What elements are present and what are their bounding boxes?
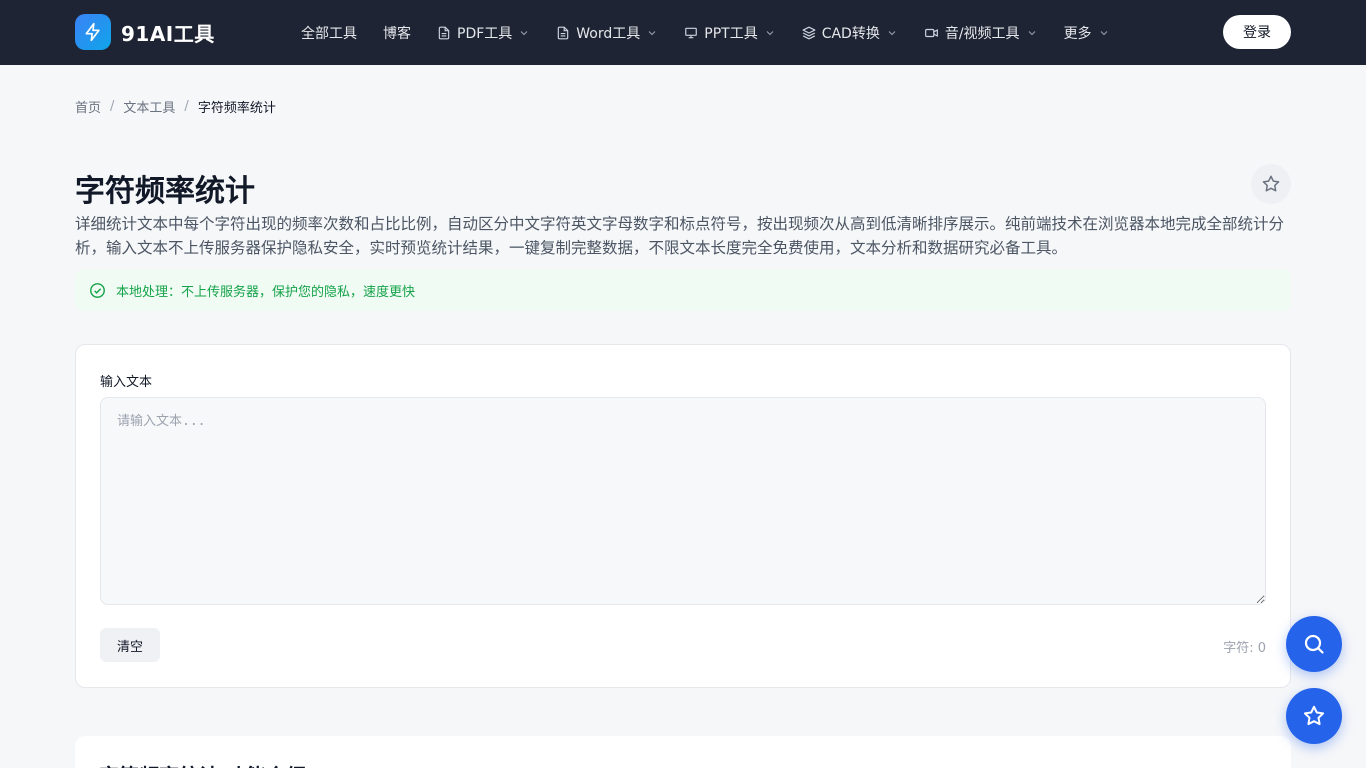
chevron-down-icon	[1026, 27, 1038, 39]
chevron-down-icon	[886, 27, 898, 39]
breadcrumb-current: 字符频率统计	[197, 101, 276, 116]
text-input[interactable]	[100, 397, 1266, 605]
nav-label: 全部工具	[301, 25, 357, 42]
page-description: 详细统计文本中每个字符出现的频率次数和占比比例，自动区分中文字符英文字母数字和标…	[75, 215, 1285, 257]
nav-ppt-tools[interactable]: PPT工具	[684, 23, 775, 43]
nav-label: PDF工具	[457, 25, 513, 42]
document-icon	[556, 26, 570, 40]
feature-intro-section: 字符频率统计 功能介绍	[75, 736, 1291, 768]
nav-label: PPT工具	[704, 25, 758, 42]
floating-search-button[interactable]	[1286, 616, 1342, 672]
nav-label: 音/视频工具	[944, 25, 1020, 42]
tool-card: 输入文本 清空 字符: 0	[75, 344, 1291, 688]
main-nav: 全部工具 博客 PDF工具 Word工具 PPT工具 CAD转换 音/视频工具	[301, 0, 1136, 65]
clear-button[interactable]: 清空	[100, 628, 160, 662]
chevron-down-icon	[518, 27, 530, 39]
presentation-icon	[684, 26, 698, 40]
lightning-icon	[75, 14, 111, 50]
nav-word-tools[interactable]: Word工具	[556, 23, 658, 43]
nav-media-tools[interactable]: 音/视频工具	[924, 23, 1038, 43]
character-count: 字符: 0	[1223, 641, 1266, 656]
nav-blog[interactable]: 博客	[383, 23, 411, 43]
site-logo[interactable]: 91AI工具	[75, 14, 215, 50]
nav-label: 更多	[1063, 25, 1092, 42]
section-title: 字符频率统计 功能介绍	[99, 760, 306, 768]
search-icon	[1302, 632, 1326, 656]
breadcrumb: 首页 / 文本工具 / 字符频率统计	[75, 97, 276, 116]
nav-label: Word工具	[576, 25, 641, 42]
video-icon	[924, 26, 939, 40]
star-icon	[1302, 704, 1326, 728]
notice-text: 本地处理：不上传服务器，保护您的隐私，速度更快	[116, 284, 416, 300]
nav-cad-convert[interactable]: CAD转换	[802, 23, 898, 43]
breadcrumb-home[interactable]: 首页	[75, 97, 101, 116]
chevron-down-icon	[646, 27, 658, 39]
chevron-down-icon	[1098, 27, 1110, 39]
nav-all-tools[interactable]: 全部工具	[301, 23, 357, 43]
nav-pdf-tools[interactable]: PDF工具	[437, 23, 530, 43]
site-name: 91AI工具	[121, 21, 215, 46]
favorite-button[interactable]	[1251, 164, 1291, 204]
input-label: 输入文本	[100, 375, 153, 390]
nav-more[interactable]: 更多	[1064, 23, 1110, 43]
document-icon	[437, 26, 451, 40]
top-navbar: 91AI工具 全部工具 博客 PDF工具 Word工具 PPT工具 CAD转换	[0, 0, 1366, 65]
breadcrumb-separator: /	[110, 99, 115, 114]
login-button[interactable]: 登录	[1223, 15, 1291, 49]
nav-label: 博客	[383, 25, 411, 42]
breadcrumb-category[interactable]: 文本工具	[123, 97, 175, 116]
layers-icon	[802, 26, 816, 40]
chevron-down-icon	[764, 27, 776, 39]
nav-label: CAD转换	[821, 25, 880, 42]
floating-favorite-button[interactable]	[1286, 688, 1342, 744]
page-title: 字符频率统计	[75, 174, 255, 209]
star-icon	[1261, 174, 1281, 194]
check-circle-icon	[89, 282, 106, 299]
breadcrumb-separator: /	[184, 99, 189, 114]
privacy-notice: 本地处理：不上传服务器，保护您的隐私，速度更快	[75, 269, 1291, 311]
